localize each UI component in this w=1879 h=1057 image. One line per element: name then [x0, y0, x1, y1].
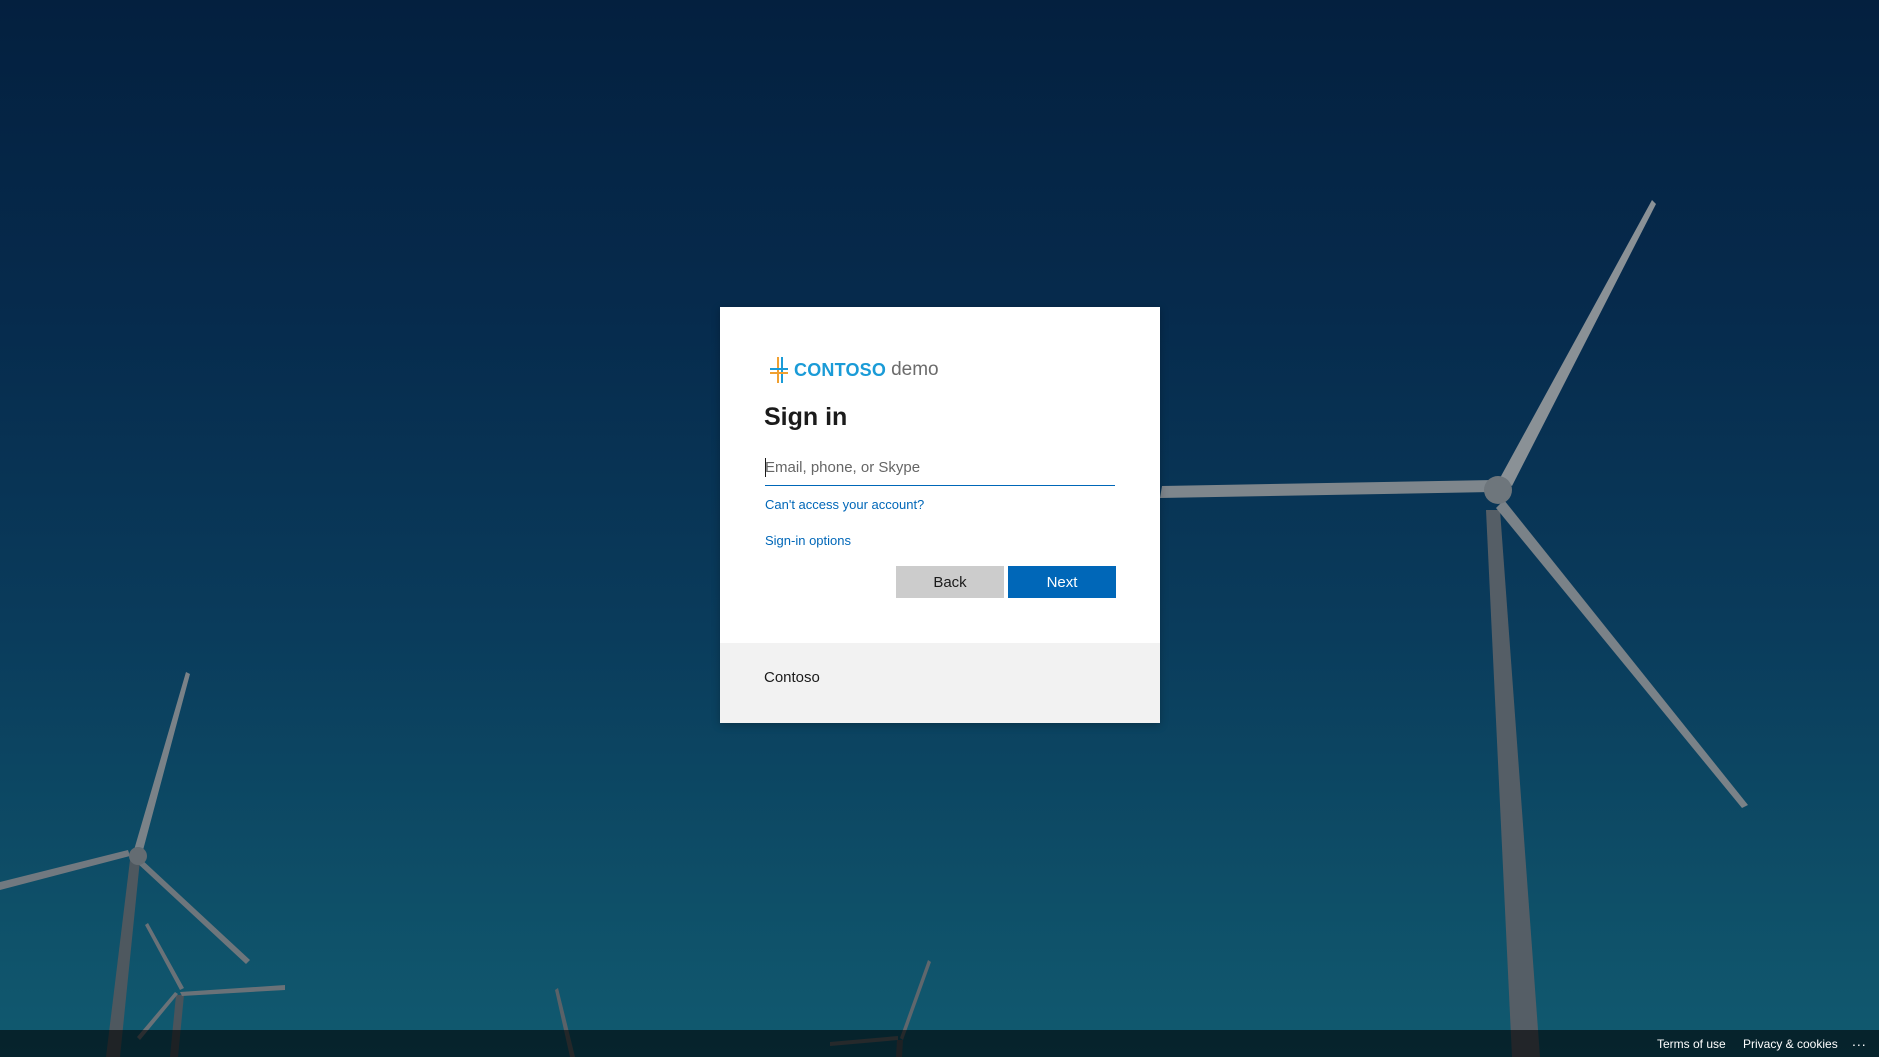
brand-suffix: demo: [891, 359, 939, 380]
more-options-icon[interactable]: ...: [1852, 1033, 1867, 1049]
sign-in-card-body: CONTOSO demo Sign in Can't access your a…: [720, 307, 1160, 643]
organization-name: Contoso: [764, 669, 820, 686]
back-button[interactable]: Back: [896, 566, 1004, 598]
page-title: Sign in: [764, 403, 848, 431]
brand-name: CONTOSO: [794, 359, 887, 380]
brand-logo: CONTOSO demo: [768, 357, 939, 383]
email-field-container: [765, 449, 1115, 486]
terms-of-use-link[interactable]: Terms of use: [1657, 1037, 1726, 1051]
contoso-cross-logo-icon: [770, 357, 788, 383]
sign-in-card: CONTOSO demo Sign in Can't access your a…: [720, 307, 1160, 723]
email-field[interactable]: [765, 449, 1115, 485]
next-button[interactable]: Next: [1008, 566, 1116, 598]
bottom-bar: Terms of use Privacy & cookies ...: [0, 1030, 1879, 1057]
sign-in-options-link[interactable]: Sign-in options: [765, 533, 851, 548]
cant-access-account-link[interactable]: Can't access your account?: [765, 497, 924, 512]
privacy-cookies-link[interactable]: Privacy & cookies: [1743, 1037, 1838, 1051]
text-caret: [765, 458, 766, 477]
card-footer: Contoso: [720, 643, 1160, 723]
